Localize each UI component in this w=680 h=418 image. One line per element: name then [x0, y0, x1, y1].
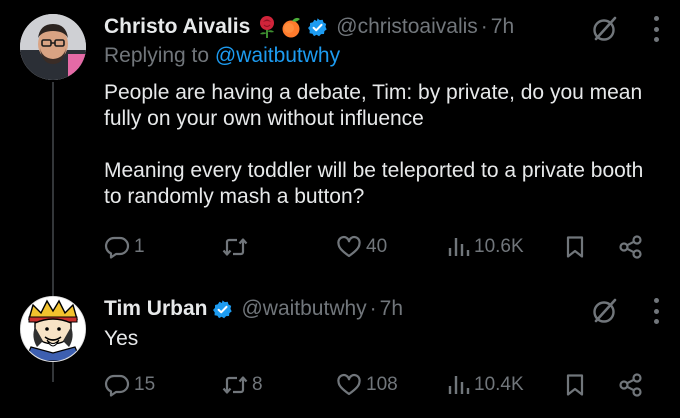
verified-badge-icon [307, 17, 328, 38]
tweet-text: Yes [104, 327, 139, 350]
separator-dot: · [369, 297, 377, 320]
more-icon[interactable] [652, 298, 660, 324]
views-count: 10.6K [474, 236, 524, 257]
avatar-christo-image [20, 14, 86, 80]
grok-icon[interactable] [590, 296, 620, 326]
share-icon [619, 235, 642, 259]
timestamp[interactable]: 7h [380, 297, 403, 321]
reply-button[interactable]: 15 [104, 373, 155, 397]
retweet-icon [222, 238, 248, 256]
views-button[interactable]: 10.4K [446, 373, 524, 397]
tweet-header: Tim Urban @waitbutwhy · 7h [104, 294, 403, 324]
reply-icon [104, 236, 130, 259]
views-count: 10.4K [474, 374, 524, 395]
tweet-tim[interactable]: Tim Urban @waitbutwhy · 7h Yes 15 8 108 … [0, 280, 680, 418]
share-button[interactable] [618, 235, 644, 259]
tweet-actions-bar: 15 8 108 10.4K [104, 370, 652, 400]
grok-icon[interactable] [590, 14, 620, 44]
timestamp[interactable]: 7h [491, 15, 514, 39]
verified-badge-icon [212, 299, 233, 320]
avatar-tim[interactable] [20, 296, 86, 362]
replying-prefix: Replying to [104, 44, 210, 67]
tweet-header: Christo Aivalis @christoaivalis · 7h [104, 12, 514, 42]
retweet-count: 8 [252, 374, 263, 395]
tweet-top-actions [590, 296, 660, 326]
more-icon[interactable] [652, 16, 660, 42]
like-count: 108 [366, 374, 398, 395]
reply-button[interactable]: 1 [104, 235, 145, 259]
like-button[interactable]: 40 [336, 235, 387, 259]
separator-dot: · [480, 15, 488, 38]
tweet-actions-bar: 1 40 10.6K [104, 232, 652, 262]
tweet-text: People are having a debate, Tim: by priv… [104, 81, 644, 208]
share-button[interactable] [618, 373, 644, 397]
tweet-christo[interactable]: Christo Aivalis @christoaivalis · 7h Rep… [0, 0, 680, 280]
reply-count: 15 [134, 374, 156, 395]
views-button[interactable]: 10.6K [446, 235, 524, 259]
retweet-icon [222, 376, 248, 394]
bookmark-button[interactable] [564, 235, 586, 259]
tweet-top-actions [590, 14, 660, 44]
reply-count: 1 [134, 236, 145, 257]
rose-icon [256, 15, 278, 39]
author-name[interactable]: Tim Urban [104, 297, 207, 321]
bookmark-button[interactable] [564, 373, 586, 397]
like-icon [337, 373, 361, 396]
like-icon [337, 235, 361, 258]
replying-to: Replying to @waitbutwhy [104, 44, 340, 68]
author-name[interactable]: Christo Aivalis [104, 15, 250, 39]
share-icon [619, 373, 642, 397]
like-count: 40 [366, 236, 388, 257]
author-handle[interactable]: @christoaivalis [336, 15, 478, 39]
peach-icon [280, 16, 302, 38]
avatar-christo[interactable] [20, 14, 86, 80]
bookmark-icon [566, 236, 584, 258]
retweet-button[interactable]: 8 [222, 373, 263, 397]
bookmark-icon [566, 374, 584, 396]
replying-mention-link[interactable]: @waitbutwhy [215, 44, 340, 67]
views-icon [448, 376, 470, 394]
like-button[interactable]: 108 [336, 373, 398, 397]
views-icon [448, 238, 470, 256]
reply-icon [104, 374, 130, 397]
retweet-button[interactable] [222, 235, 252, 259]
author-handle[interactable]: @waitbutwhy [241, 297, 366, 321]
avatar-tim-image [21, 297, 85, 361]
